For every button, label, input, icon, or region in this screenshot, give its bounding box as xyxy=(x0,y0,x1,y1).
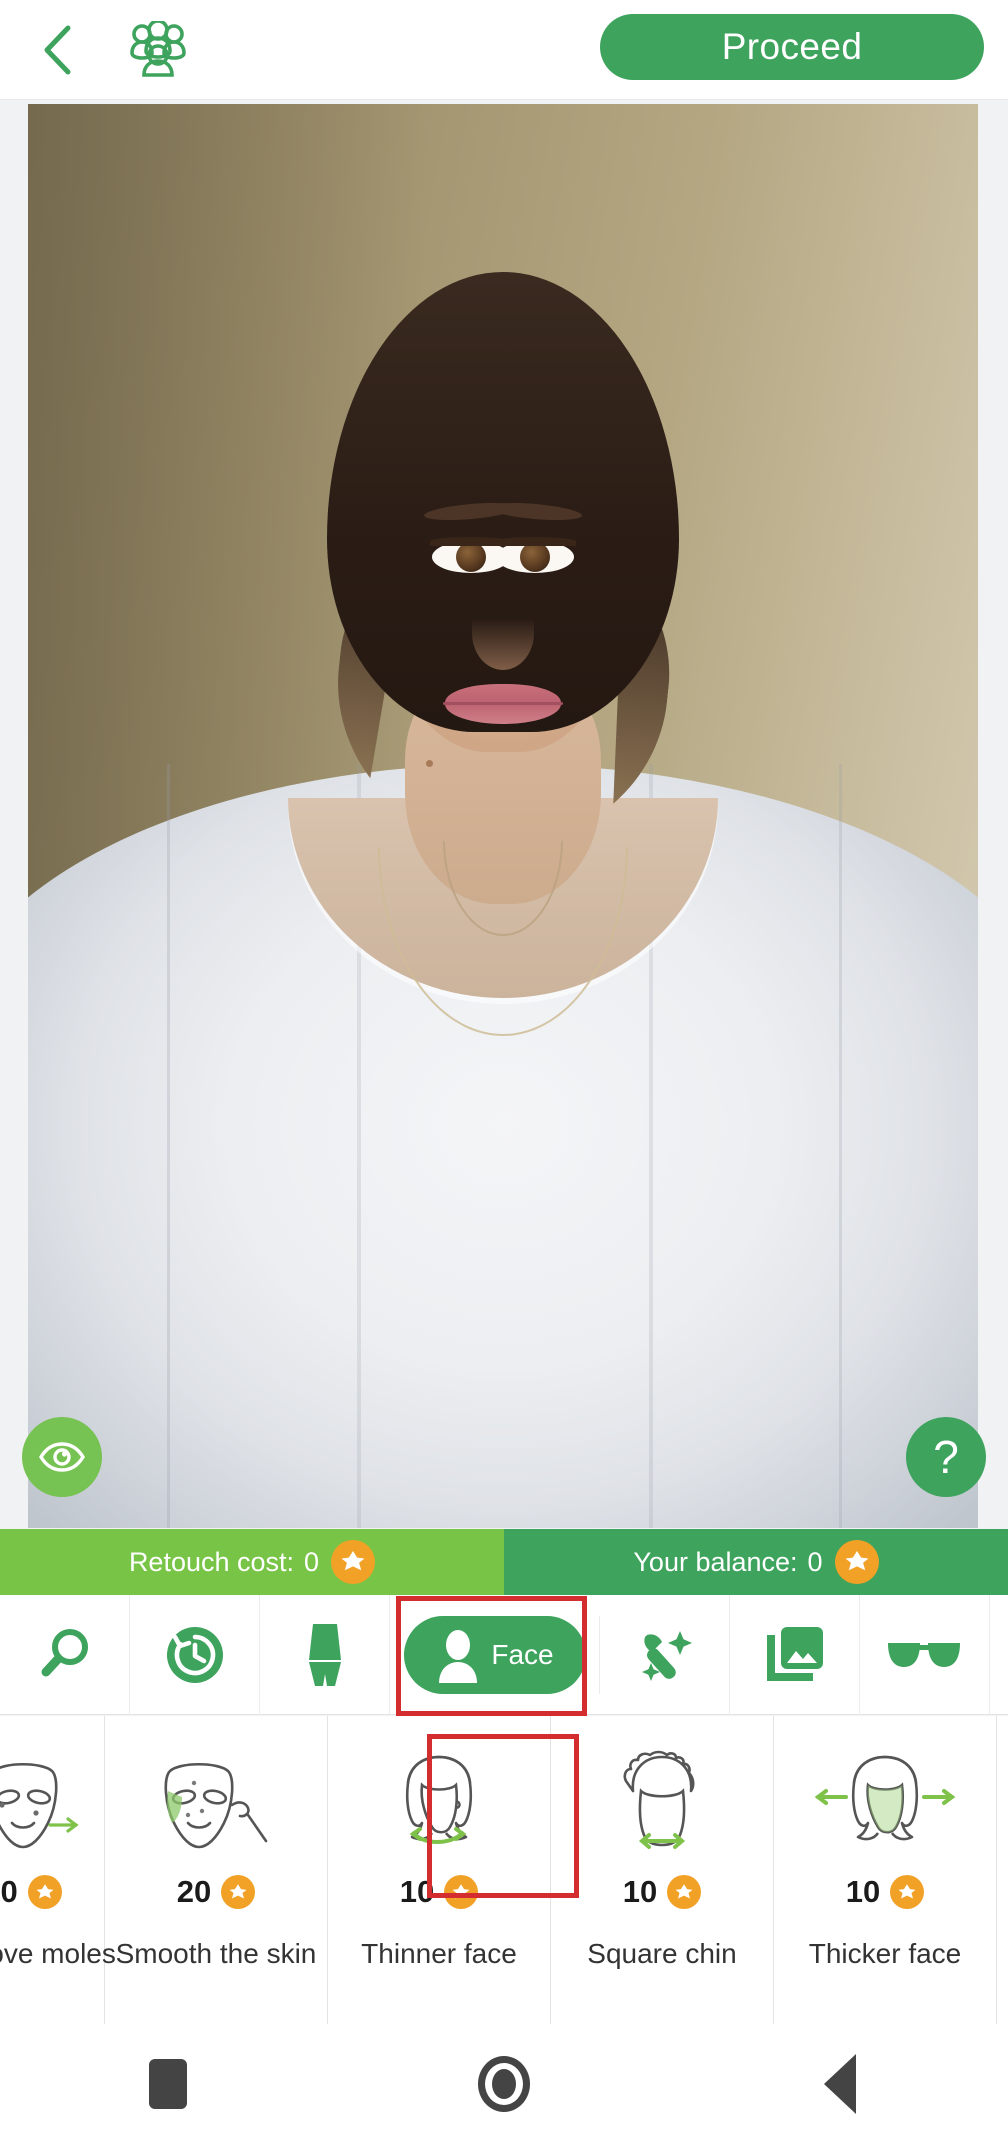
recents-button[interactable] xyxy=(108,2024,228,2144)
home-button[interactable] xyxy=(444,2024,564,2144)
tool-price: 10 xyxy=(845,1874,925,1910)
photo-editor-canvas[interactable]: ? xyxy=(0,101,1008,1529)
photo-lash-right xyxy=(494,537,576,546)
cost-balance-bar: Retouch cost: 0 Your balance: 0 xyxy=(0,1529,1008,1595)
tool-price-value: 10 xyxy=(399,1874,435,1909)
tool-card-thicker-face[interactable]: 10 Thicker face xyxy=(774,1716,997,2024)
tool-card-thinner-face[interactable]: 10 Thinner face xyxy=(328,1716,551,2024)
back-nav-button[interactable] xyxy=(780,2024,900,2144)
photo-mole xyxy=(426,760,433,767)
tool-card-remove-moles[interactable]: 10 Remove moles xyxy=(0,1716,116,2024)
star-coin-icon xyxy=(444,1875,479,1909)
square-recents-icon xyxy=(149,2059,187,2109)
tool-label: Smooth the skin xyxy=(115,1938,317,1969)
tool-price-value: 10 xyxy=(622,1874,658,1909)
circle-home-icon xyxy=(478,2056,530,2112)
toolbar-item-face[interactable]: Face xyxy=(390,1615,600,1694)
photo-lip-line xyxy=(443,702,563,705)
face-mask-smooth-icon xyxy=(148,1742,284,1868)
sunglasses-icon xyxy=(887,1642,960,1667)
tool-card-square-chin[interactable]: 10 Square chin xyxy=(551,1716,774,2024)
history-clock-icon xyxy=(166,1626,223,1683)
preview-original-button[interactable] xyxy=(22,1417,102,1497)
tool-label: Square chin xyxy=(587,1938,737,1969)
square-chin-icon xyxy=(603,1742,721,1868)
tool-label: Thicker face xyxy=(808,1938,962,1969)
back-button[interactable] xyxy=(22,14,94,86)
photo-stack-icon xyxy=(766,1626,823,1681)
group-faces-button[interactable] xyxy=(116,14,200,86)
proceed-button[interactable]: Proceed xyxy=(600,14,984,80)
toolbar-item-photos[interactable] xyxy=(730,1594,860,1715)
toolbar-item-magic[interactable] xyxy=(600,1594,730,1715)
triangle-back-icon xyxy=(824,2054,856,2114)
face-tab-pill[interactable]: Face xyxy=(403,1615,586,1694)
face-tab-label: Face xyxy=(491,1638,554,1670)
toolbar-item-history[interactable] xyxy=(130,1594,260,1715)
tool-price: 10 xyxy=(0,1874,62,1910)
star-coin-icon xyxy=(834,1540,879,1584)
thinner-face-icon xyxy=(376,1742,502,1868)
portrait-photo[interactable] xyxy=(28,104,978,1528)
retouch-cost-label: Retouch cost: xyxy=(128,1546,295,1577)
people-group-icon xyxy=(130,20,186,77)
tool-label: Thinner face xyxy=(361,1938,517,1969)
chevron-left-icon xyxy=(44,25,71,74)
star-coin-icon xyxy=(890,1875,925,1909)
your-balance-label: Your balance: xyxy=(633,1546,798,1577)
retouch-cost-section: Retouch cost: 0 xyxy=(0,1529,504,1595)
app-header: Proceed xyxy=(0,0,1008,100)
category-toolbar: Face xyxy=(0,1594,1008,1715)
star-coin-icon xyxy=(667,1875,702,1909)
tool-price-value: 20 xyxy=(176,1874,212,1909)
toolbar-item-body[interactable] xyxy=(260,1594,390,1715)
toolbar-item-glasses[interactable] xyxy=(860,1594,990,1715)
tool-price-value: 10 xyxy=(0,1874,18,1909)
thicker-face-icon xyxy=(810,1742,960,1868)
your-balance-value: 0 xyxy=(807,1546,823,1577)
face-portrait-icon xyxy=(439,1629,478,1683)
tool-price: 20 xyxy=(176,1874,256,1910)
star-coin-icon xyxy=(221,1875,256,1909)
tool-cards-row[interactable]: 10 Remove moles xyxy=(0,1716,1008,2024)
retouch-cost-value: 0 xyxy=(304,1546,320,1577)
tool-card-smooth-the-skin[interactable]: 20 Smooth the skin xyxy=(105,1716,328,2024)
android-navigation-bar xyxy=(0,2024,1008,2144)
photo-nose xyxy=(472,596,534,670)
your-balance-section: Your balance: 0 xyxy=(504,1529,1008,1595)
face-mask-moles-icon xyxy=(0,1742,82,1868)
magic-wand-sparkle-icon xyxy=(641,1630,692,1681)
tool-price-value: 10 xyxy=(845,1874,881,1909)
magnifier-icon xyxy=(41,1628,88,1676)
help-button[interactable]: ? xyxy=(906,1417,986,1497)
star-coin-icon xyxy=(331,1540,376,1584)
tool-price: 10 xyxy=(399,1874,479,1910)
tool-price: 10 xyxy=(622,1874,702,1910)
toolbar-item-zoom[interactable] xyxy=(0,1594,130,1715)
app-root: Proceed ? Retouch cost: 0 Your balance: … xyxy=(0,0,1008,2144)
star-coin-icon xyxy=(27,1875,62,1909)
tool-label: Remove moles xyxy=(0,1938,116,1969)
body-torso-icon xyxy=(308,1623,341,1686)
eye-icon xyxy=(39,1442,85,1472)
